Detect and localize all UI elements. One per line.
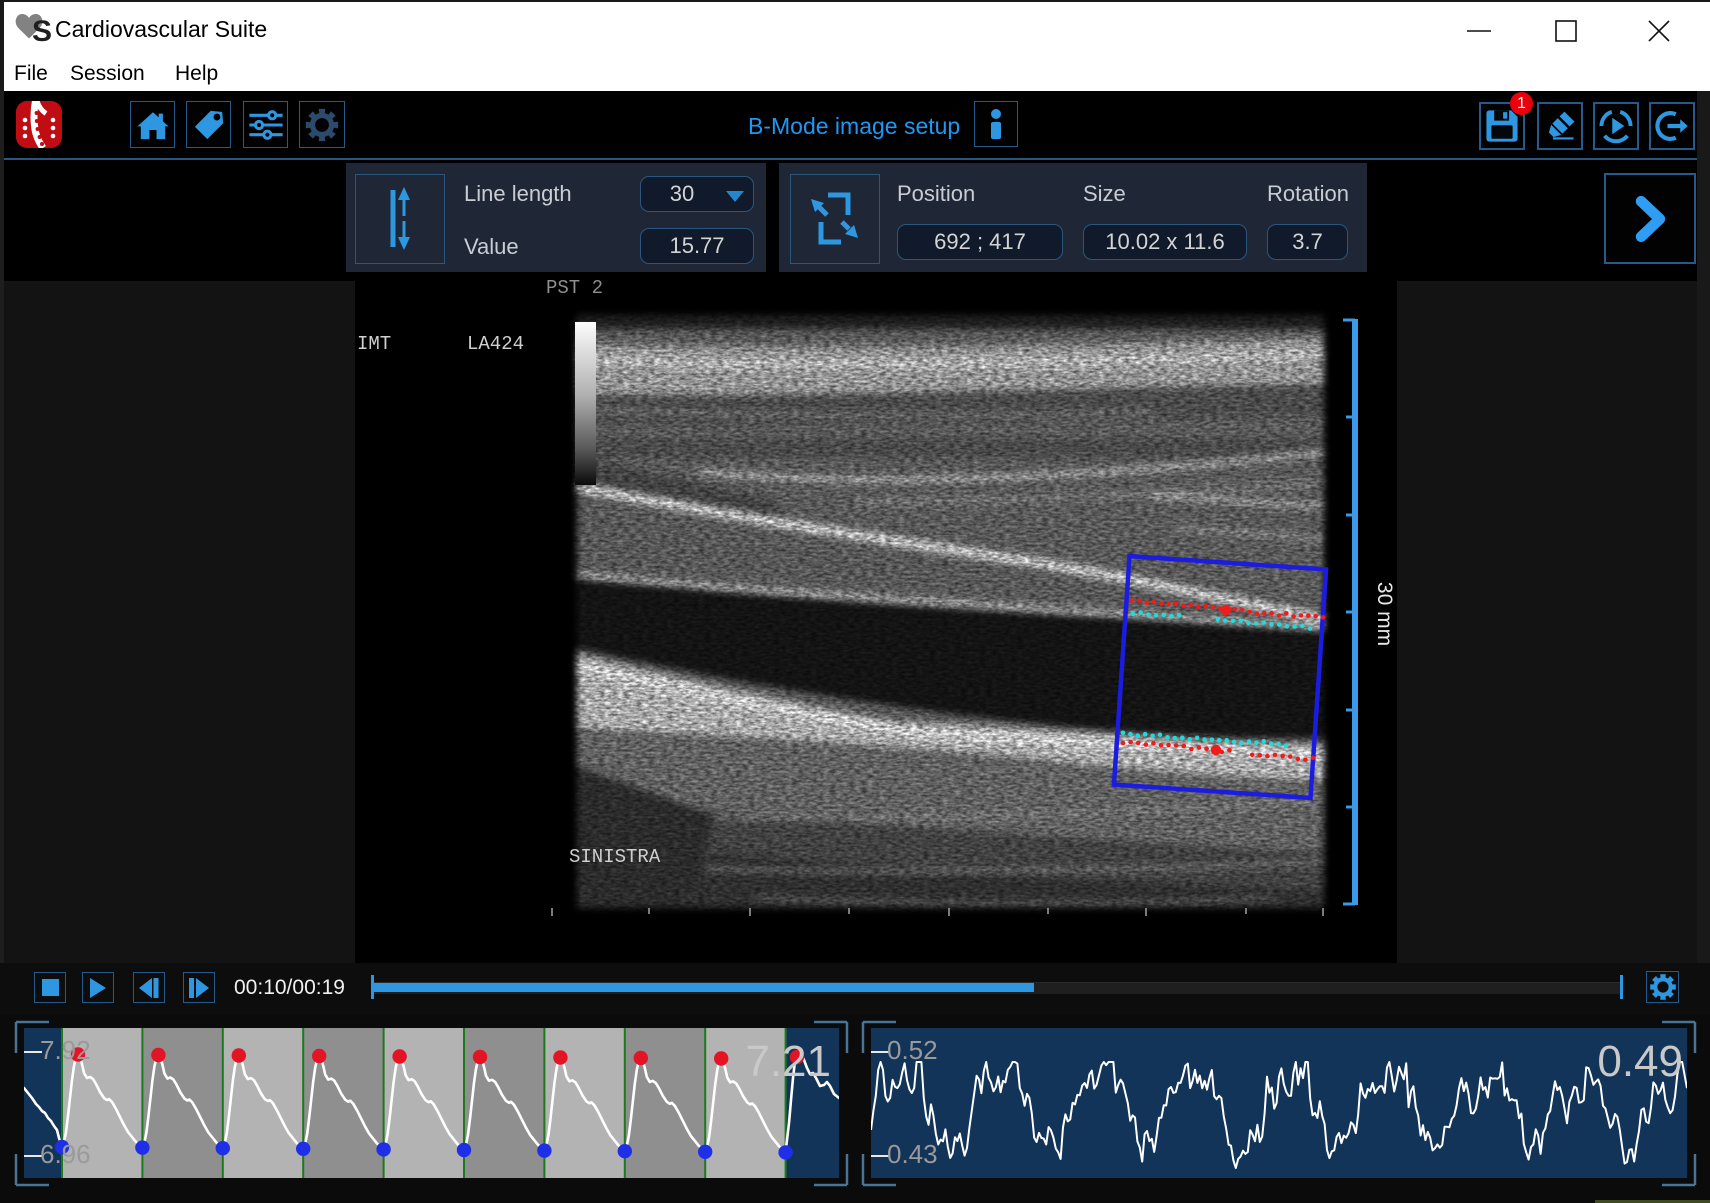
svg-text:PST 2: PST 2 — [546, 277, 603, 299]
svg-text:7.21: 7.21 — [745, 1037, 831, 1086]
svg-text:0.52: 0.52 — [887, 1035, 938, 1065]
svg-text:6.96: 6.96 — [40, 1139, 91, 1169]
svg-text:LA424: LA424 — [467, 333, 524, 355]
svg-text:S: S — [32, 15, 52, 47]
svg-text:IMT: IMT — [357, 333, 391, 355]
svg-text:30 mm: 30 mm — [1373, 582, 1396, 646]
svg-text:7.92: 7.92 — [40, 1035, 91, 1065]
svg-text:0.43: 0.43 — [887, 1139, 938, 1169]
svg-text:SINISTRA: SINISTRA — [569, 846, 661, 868]
svg-text:0.49: 0.49 — [1597, 1037, 1683, 1086]
